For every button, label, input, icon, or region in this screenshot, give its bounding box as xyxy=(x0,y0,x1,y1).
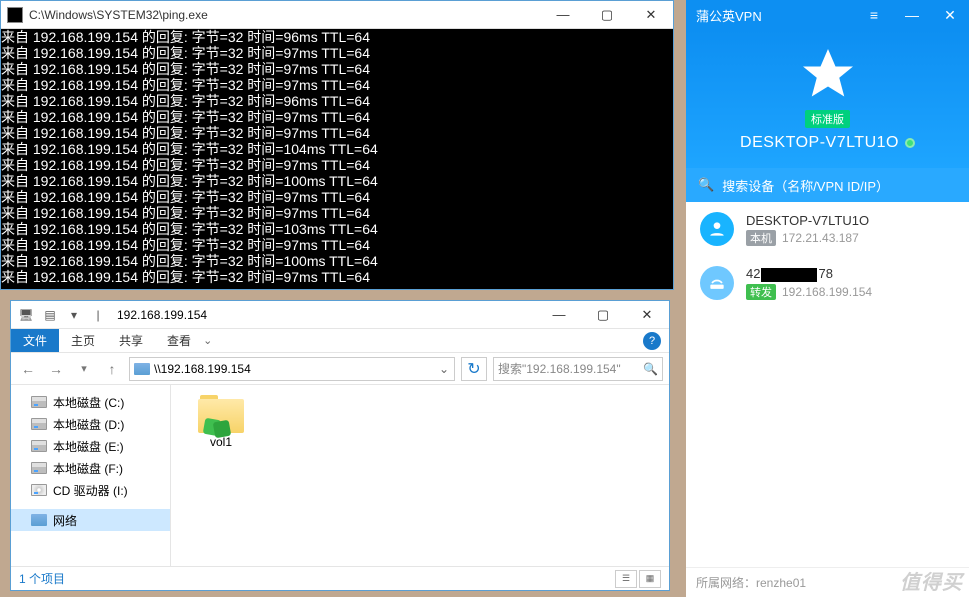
tab-file[interactable]: 文件 xyxy=(11,329,59,352)
tree-node[interactable]: 本地磁盘 (D:) xyxy=(11,413,170,435)
tree-node[interactable]: 本地磁盘 (F:) xyxy=(11,457,170,479)
address-bar[interactable]: \\192.168.199.154 ⌄ xyxy=(129,357,455,381)
footer-network: renzhe01 xyxy=(756,576,806,590)
qat-sep: | xyxy=(89,306,107,324)
disk-icon xyxy=(31,440,47,452)
nav-tree[interactable]: 本地磁盘 (C:) 本地磁盘 (D:) 本地磁盘 (E:) 本地磁盘 (F:) CD 驱… xyxy=(11,385,171,566)
tree-label: 本地磁盘 (C:) xyxy=(53,394,124,411)
disk-icon xyxy=(31,462,47,474)
tree-label: 本地磁盘 (E:) xyxy=(53,438,124,455)
search-icon: 🔍 xyxy=(643,362,658,376)
tree-label: CD 驱动器 (I:) xyxy=(53,482,128,499)
item-count: 1 个项目 xyxy=(19,570,65,587)
tree-node[interactable]: 网络 xyxy=(11,509,170,531)
footer-label: 所属网络： xyxy=(696,574,756,591)
back-button[interactable]: ← xyxy=(17,358,39,380)
net-icon xyxy=(31,514,47,526)
device-ip: 172.21.43.187 xyxy=(782,231,859,245)
status-bar: 1 个项目 ☰ ▦ xyxy=(11,566,669,590)
icons-view-button[interactable]: ▦ xyxy=(639,570,661,588)
minimize-button[interactable]: — xyxy=(541,1,585,28)
vpn-panel: 蒲公英VPN ≡ — ✕ 标准版 DESKTOP-V7LTU1O 🔍 搜索设备（… xyxy=(686,0,969,597)
tree-label: 本地磁盘 (F:) xyxy=(53,460,123,477)
close-button[interactable]: ✕ xyxy=(931,0,969,30)
tree-node[interactable]: 本地磁盘 (E:) xyxy=(11,435,170,457)
explorer-titlebar[interactable]: 🖥 ▤ ▾ | 192.168.199.154 — ▢ ✕ xyxy=(11,301,669,329)
device-list: DESKTOP-V7LTU1O 本机 172.21.43.187 4278 转发 192.… xyxy=(686,202,969,567)
share-folder-icon xyxy=(198,395,244,433)
star-icon xyxy=(798,44,858,104)
close-button[interactable]: ✕ xyxy=(629,1,673,28)
cmd-window: C:\Windows\SYSTEM32\ping.exe — ▢ ✕ 来自 19… xyxy=(0,0,674,290)
device-row[interactable]: 4278 转发 192.168.199.154 xyxy=(686,256,969,310)
vpn-hero: 标准版 DESKTOP-V7LTU1O xyxy=(686,30,969,168)
menu-button[interactable]: ≡ xyxy=(855,0,893,30)
cd-icon xyxy=(31,484,47,496)
hostname: DESKTOP-V7LTU1O xyxy=(740,134,915,152)
tab-share[interactable]: 共享 xyxy=(107,329,155,352)
device-ip: 192.168.199.154 xyxy=(782,285,872,299)
edition-badge: 标准版 xyxy=(805,110,850,128)
tree-label: 网络 xyxy=(53,512,77,529)
forward-button[interactable]: → xyxy=(45,358,67,380)
maximize-button[interactable]: ▢ xyxy=(585,1,629,28)
address-dropdown-icon[interactable]: ⌄ xyxy=(434,362,454,376)
network-icon xyxy=(134,363,150,375)
folder-item[interactable]: vol1 xyxy=(181,395,261,449)
explorer-window: 🖥 ▤ ▾ | 192.168.199.154 — ▢ ✕ 文件 主页 共享 查… xyxy=(10,300,670,591)
cmd-icon xyxy=(7,7,23,23)
disk-icon xyxy=(31,396,47,408)
refresh-button[interactable]: ↻ xyxy=(461,357,487,381)
maximize-button[interactable]: ▢ xyxy=(581,301,625,328)
search-icon: 🔍 xyxy=(698,177,714,193)
content-pane[interactable]: vol1 xyxy=(171,385,669,566)
tree-label: 本地磁盘 (D:) xyxy=(53,416,124,433)
device-tag: 本机 xyxy=(746,230,776,246)
minimize-button[interactable]: — xyxy=(893,0,931,30)
cmd-output: 来自 192.168.199.154 的回复: 字节=32 时间=96ms TT… xyxy=(1,29,673,289)
search-placeholder: 搜索"192.168.199.154" xyxy=(498,360,621,377)
disk-icon xyxy=(31,418,47,430)
up-button[interactable]: ↑ xyxy=(101,358,123,380)
watermark: 值得买 xyxy=(900,566,963,595)
search-input[interactable]: 搜索"192.168.199.154" 🔍 xyxy=(493,357,663,381)
close-button[interactable]: ✕ xyxy=(625,301,669,328)
device-name: DESKTOP-V7LTU1O xyxy=(746,213,955,228)
cmd-titlebar[interactable]: C:\Windows\SYSTEM32\ping.exe — ▢ ✕ xyxy=(1,1,673,29)
address-bar-row: ← → ▾ ↑ \\192.168.199.154 ⌄ ↻ 搜索"192.168… xyxy=(11,353,669,385)
help-icon[interactable]: ? xyxy=(643,332,661,350)
explorer-title-text: 192.168.199.154 xyxy=(113,308,537,322)
device-name: 4278 xyxy=(746,266,955,282)
tree-node[interactable]: CD 驱动器 (I:) xyxy=(11,479,170,501)
online-status-icon xyxy=(905,138,915,148)
vpn-title-text: 蒲公英VPN xyxy=(696,6,855,25)
minimize-button[interactable]: — xyxy=(537,301,581,328)
vpn-titlebar[interactable]: 蒲公英VPN ≡ — ✕ xyxy=(686,0,969,30)
pc-icon xyxy=(700,212,734,246)
ribbon: 文件 主页 共享 查看 ⌄ ? xyxy=(11,329,669,353)
tab-home[interactable]: 主页 xyxy=(59,329,107,352)
explorer-icon: 🖥 xyxy=(17,306,35,324)
search-placeholder: 搜索设备（名称/VPN ID/IP） xyxy=(722,176,889,195)
router-icon xyxy=(700,266,734,300)
device-row[interactable]: DESKTOP-V7LTU1O 本机 172.21.43.187 xyxy=(686,202,969,256)
qat-dropdown-icon[interactable]: ▾ xyxy=(65,306,83,324)
qat-props-icon[interactable]: ▤ xyxy=(41,306,59,324)
recent-dropdown[interactable]: ▾ xyxy=(73,358,95,380)
cmd-title-text: C:\Windows\SYSTEM32\ping.exe xyxy=(29,8,541,22)
device-tag: 转发 xyxy=(746,284,776,300)
device-search[interactable]: 🔍 搜索设备（名称/VPN ID/IP） xyxy=(686,168,969,202)
tab-view[interactable]: 查看 xyxy=(155,329,203,352)
details-view-button[interactable]: ☰ xyxy=(615,570,637,588)
ribbon-expand-icon[interactable]: ⌄ xyxy=(203,334,212,347)
tree-node[interactable]: 本地磁盘 (C:) xyxy=(11,391,170,413)
address-text: \\192.168.199.154 xyxy=(154,362,434,376)
